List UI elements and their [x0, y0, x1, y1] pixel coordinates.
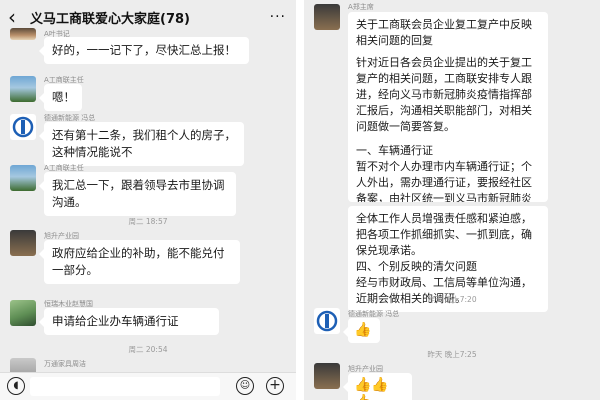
document-intro: 针对近日各会员企业提出的关于复工复产的相关问题，工商联安排专人跟进，经向义马市新…: [356, 56, 532, 133]
chat-panel-right: A郑主席 关于工商联会员企业复工复产中反映相关问题的回复 针对近日各会员企业提出…: [304, 0, 600, 400]
emoji-icon[interactable]: ☺: [236, 377, 254, 395]
voice-icon[interactable]: ◖: [7, 377, 25, 395]
document-section-heading: 四、个别反映的清欠问题: [356, 260, 477, 273]
message-bubble[interactable]: 👍: [343, 318, 380, 343]
avatar[interactable]: [314, 4, 340, 30]
message-bubble[interactable]: 嗯！: [39, 84, 82, 111]
message-bubble[interactable]: 政府应给企业的补助，能不能兑付一部分。: [39, 240, 240, 284]
message-input[interactable]: [30, 377, 220, 396]
message-bubble[interactable]: 还有第十二条，我们租个人的房子，这种情况能说不: [39, 122, 244, 166]
avatar[interactable]: [314, 308, 340, 334]
avatar[interactable]: [314, 363, 340, 389]
chat-title: 义马工商联爱心大家庭(78): [30, 11, 190, 27]
document-section-body: 暂不对个人办理市内车辆通行证；个人外出，需办理通行证，要报经社区备案，由社区统一…: [356, 160, 532, 202]
thumbs-up-icon: 👍👍👍: [354, 377, 389, 400]
document-message-bubble[interactable]: 关于工商联会员企业复工复产中反映相关问题的回复 针对近日各会员企业提出的关于复工…: [348, 12, 548, 202]
timestamp: 昨天 晚上7:20: [427, 295, 477, 304]
sender-name: A郑主席: [348, 3, 374, 11]
avatar[interactable]: [10, 165, 36, 191]
avatar[interactable]: [10, 76, 36, 102]
message-bubble[interactable]: 好的，一一记下了，尽快汇总上报！: [39, 37, 249, 64]
more-options-icon[interactable]: ···: [270, 9, 286, 25]
chat-panel-left: ‹ 义马工商联爱心大家庭(78) ··· A叶书记 好的，一一记下了，尽快汇总上…: [0, 0, 296, 400]
avatar[interactable]: [10, 28, 36, 40]
avatar[interactable]: [10, 230, 36, 256]
avatar[interactable]: [10, 300, 36, 326]
message-bubble[interactable]: 申请给企业办车辆通行证: [39, 308, 219, 335]
company-logo-icon: [12, 116, 34, 138]
sender-name: 万通家具周洁: [44, 360, 86, 368]
message-bubble[interactable]: 👍👍👍: [343, 373, 412, 400]
plus-icon[interactable]: +: [266, 377, 284, 395]
document-continuation: 全体工作人员增强责任感和紧迫感，把各项工作抓细抓实、一抓到底，确保兑现承诺。: [356, 212, 532, 257]
timestamp: 周二 18:57: [128, 217, 168, 226]
timestamp: 周二 20:54: [128, 345, 168, 354]
avatar[interactable]: [10, 114, 36, 140]
document-section-heading: 一、车辆通行证: [356, 144, 433, 157]
thumbs-up-icon: 👍: [354, 322, 372, 338]
message-bubble[interactable]: 我汇总一下，跟着领导去市里协调沟通。: [39, 172, 236, 216]
input-bar: ◖ ☺ +: [0, 372, 296, 400]
document-title: 关于工商联会员企业复工复产中反映相关问题的回复: [356, 18, 532, 47]
timestamp: 昨天 晚上7:25: [427, 350, 477, 359]
company-logo-icon: [316, 310, 338, 332]
